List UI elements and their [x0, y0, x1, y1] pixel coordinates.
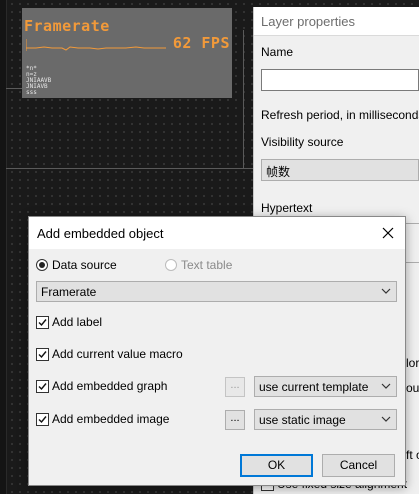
guide-line [6, 168, 253, 169]
add-macro-text: Add current value macro [52, 347, 183, 361]
partial-label: oute [406, 381, 419, 395]
dialog-titlebar: Add embedded object [29, 217, 405, 249]
data-source-label: Data source [52, 258, 117, 272]
text-table-label: Text table [181, 258, 233, 272]
add-graph-text: Add embedded graph [52, 379, 168, 393]
panel-title: Layer properties [261, 14, 355, 29]
visibility-source-value: 帧数 [266, 165, 291, 179]
add-image-text: Add embedded image [52, 412, 170, 426]
visibility-source-select[interactable]: 帧数 [261, 159, 419, 181]
add-macro-row[interactable]: Add current value macro [36, 347, 183, 361]
chevron-down-icon [381, 288, 391, 294]
checkmark-icon [38, 382, 47, 390]
chevron-down-icon [381, 383, 391, 389]
graph-template-value: use current template [259, 380, 369, 394]
framerate-graph [26, 39, 166, 51]
framerate-details: *n* n=z JNIAAVB JNIAVB sss [26, 66, 51, 96]
text-table-option[interactable]: Text table [165, 258, 232, 272]
add-label-checkbox[interactable] [36, 315, 49, 329]
add-graph-row[interactable]: Add embedded graph [36, 379, 167, 393]
data-source-option[interactable]: Data source [36, 258, 117, 272]
dialog-title: Add embedded object [37, 226, 164, 241]
chevron-down-icon [381, 416, 391, 422]
add-label-row[interactable]: Add label [36, 315, 102, 329]
framerate-overlay[interactable]: Framerate 62 FPS *n* n=z JNIAAVB JNIAVB … [22, 8, 232, 98]
visibility-source-label: Visibility source [261, 135, 344, 149]
partial-label: ft o [406, 448, 419, 462]
data-source-radio[interactable] [36, 259, 48, 271]
refresh-period-label: Refresh period, in milliseconds [261, 108, 419, 122]
add-graph-checkbox[interactable] [36, 379, 49, 393]
framerate-value: 62 FPS [172, 34, 230, 52]
guide-line [243, 30, 244, 168]
name-field[interactable] [261, 69, 419, 91]
add-macro-checkbox[interactable] [36, 347, 49, 361]
ok-button[interactable]: OK [240, 454, 313, 477]
graph-browse-button[interactable]: ... [225, 377, 245, 397]
guide-line [6, 88, 22, 89]
framerate-label: Framerate [24, 17, 110, 35]
checkmark-icon [38, 318, 47, 326]
close-icon [382, 227, 394, 239]
data-source-value: Framerate [41, 285, 97, 299]
add-image-row[interactable]: Add embedded image [36, 412, 169, 426]
image-mode-select[interactable]: use static image [254, 409, 397, 430]
hypertext-label: Hypertext [261, 201, 313, 215]
panel-titlebar: Layer properties [254, 7, 419, 36]
cancel-button[interactable]: Cancel [322, 454, 395, 477]
name-label: Name [261, 45, 294, 59]
graph-template-select[interactable]: use current template [254, 376, 397, 397]
image-mode-value: use static image [259, 413, 346, 427]
text-table-radio[interactable] [165, 259, 177, 271]
add-image-checkbox[interactable] [36, 412, 49, 426]
image-browse-button[interactable]: ... [225, 410, 245, 430]
close-button[interactable] [377, 222, 399, 244]
checkmark-icon [38, 350, 47, 358]
checkmark-icon [38, 415, 47, 423]
canvas-left-edge [0, 0, 7, 494]
partial-label: lor [406, 356, 419, 370]
add-label-text: Add label [52, 315, 103, 329]
data-source-select[interactable]: Framerate [36, 281, 397, 302]
add-embedded-object-dialog: Add embedded object Data source Text tab… [28, 216, 406, 486]
detail-line: sss [26, 89, 37, 96]
